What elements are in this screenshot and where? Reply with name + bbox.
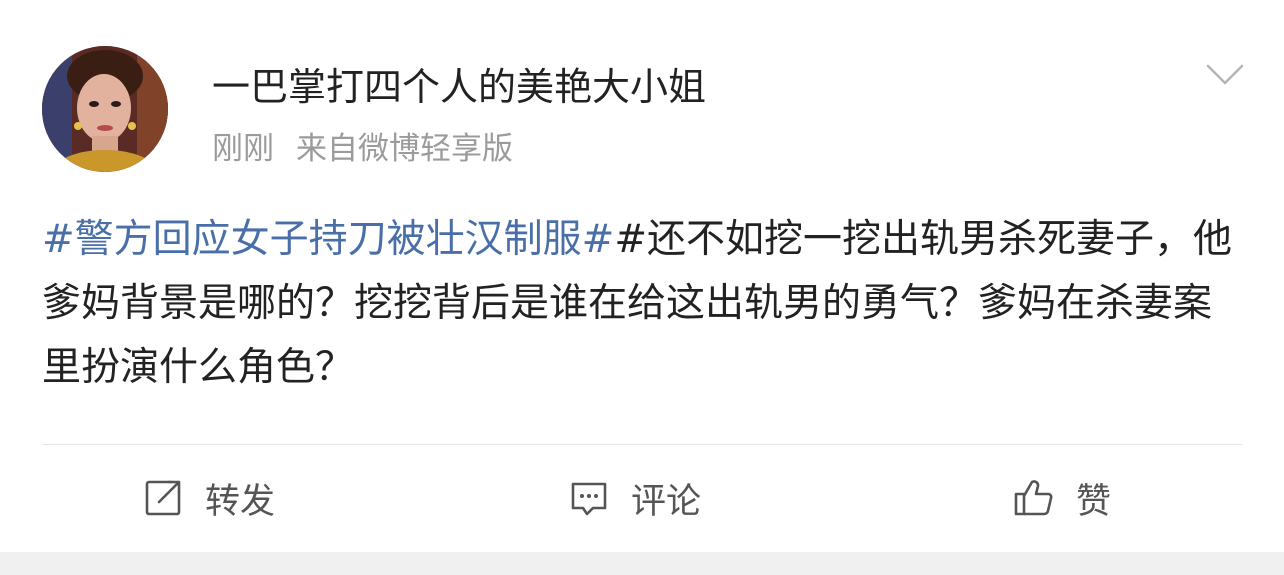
comment-label: 评论 [631,481,702,522]
hashtag-link[interactable]: #警方回应女子持刀被壮汉制服# [42,217,614,262]
bottom-separator [0,552,1284,575]
post-content: #警方回应女子持刀被壮汉制服##还不如挖一挖出轨男杀死妻子，他爹妈背景是哪的？挖… [42,208,1242,400]
chevron-down-icon[interactable] [1205,62,1245,88]
hashtag-link-2[interactable]: # [614,217,647,262]
repost-icon [145,480,181,516]
like-button[interactable]: 赞 [1012,474,1111,522]
action-bar: 转发 评论 赞 [0,446,1284,550]
post-time: 刚刚 [212,131,274,167]
post-source[interactable]: 来自微博轻享版 [296,131,513,167]
avatar[interactable] [42,46,168,172]
post-meta: 刚刚 来自微博轻享版 [212,128,513,170]
repost-label: 转发 [205,481,276,522]
weibo-post-card: 一巴掌打四个人的美艳大小姐 刚刚 来自微博轻享版 #警方回应女子持刀被壮汉制服##… [0,0,1284,575]
divider [42,444,1242,445]
like-label: 赞 [1076,481,1112,522]
comment-button[interactable]: 评论 [567,474,701,522]
username[interactable]: 一巴掌打四个人的美艳大小姐 [212,62,706,112]
repost-button[interactable]: 转发 [141,474,275,522]
comment-icon [571,482,607,516]
thumbs-up-icon [1014,480,1053,516]
